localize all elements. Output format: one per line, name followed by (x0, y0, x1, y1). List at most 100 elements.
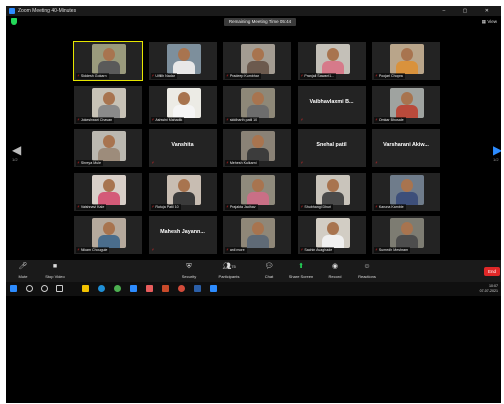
end-meeting-button[interactable]: End (484, 267, 500, 276)
participant-tile[interactable]: ⚡︎Omkar Bhosale (372, 85, 440, 124)
participant-tile[interactable]: ⚡︎Prajakta Jadhav (223, 172, 291, 211)
record-button[interactable]: ◉ Record (320, 262, 350, 279)
search-icon[interactable] (26, 285, 33, 292)
participant-nameplate: ⚡︎Omkar Bhosale (374, 116, 406, 123)
participant-name: Jokeshwari Chavan (80, 117, 113, 122)
reactions-button[interactable]: ☺ Reactions (352, 262, 382, 279)
cortana-icon[interactable] (41, 285, 48, 292)
participants-count: 75 (231, 264, 236, 269)
participant-tile[interactable]: Mahesh Jayann... ⚡︎ (148, 216, 217, 254)
window-controls[interactable]: – ▢ ✕ (443, 6, 497, 16)
edge-browser-icon[interactable] (98, 285, 105, 292)
participant-head (103, 91, 115, 105)
chrome-browser-icon[interactable] (114, 285, 121, 292)
muted-mic-icon: ⚡︎ (300, 203, 304, 209)
participant-video (166, 174, 201, 205)
participant-tile[interactable]: ⚡︎Siddesh Gokarn (73, 41, 143, 81)
participant-video (92, 87, 126, 118)
share-screen-button[interactable]: ⬆ Share Screen (286, 262, 316, 279)
file-explorer-icon[interactable] (82, 285, 89, 292)
participant-video (166, 87, 201, 118)
next-page-arrow-icon[interactable]: ▶ (493, 144, 501, 156)
app-icon-circle[interactable] (178, 285, 185, 292)
muted-mic-icon: ⚡︎ (226, 116, 229, 122)
participant-tile[interactable]: Snehal patil ⚡︎ (297, 129, 366, 167)
participant-name: Ashwini Mahadik (155, 117, 183, 122)
participant-tile[interactable]: ⚡︎Sumedh Meshram (372, 216, 440, 254)
app-icon-red[interactable] (146, 285, 153, 292)
title-bar: Zoom Meeting 40-Minutes – ▢ ✕ (6, 6, 501, 16)
participant-tile[interactable]: ⚡︎Pradeep Kumbhar (223, 42, 291, 80)
participant-nameplate: ⚡︎Ulfillh Nadar (150, 73, 177, 79)
participant-tile[interactable]: ⚡︎Rutuja Patil 10 (148, 172, 217, 211)
participant-tile[interactable]: ⚡︎Ulfillh Nadar (148, 42, 217, 80)
chat-button[interactable]: 💬︎ Chat (254, 262, 284, 279)
participant-tile[interactable]: Vaibhavlaxmi B... ⚡︎ (297, 85, 366, 124)
chat-bubble-icon: 💬︎ (264, 263, 274, 270)
participants-button[interactable]: 👥︎75 Participants (214, 262, 244, 279)
task-view-icon[interactable] (56, 285, 63, 292)
participant-nameplate: ⚡︎Rutuja Patil 10 (150, 203, 181, 210)
participant-tile[interactable]: Vanshita ⚡︎ (148, 129, 217, 167)
record-icon: ◉ (331, 263, 339, 270)
security-label: Security (181, 274, 197, 279)
participant-video (241, 44, 275, 74)
participant-name: Ulfillh Nadar (155, 74, 175, 78)
participant-tile[interactable]: ⚡︎siddharth patil 10 (223, 85, 291, 124)
participant-tile[interactable]: ⚡︎Mehesh Kulkarni (223, 129, 291, 167)
muted-mic-icon: ⚡︎ (375, 116, 378, 122)
participant-tile[interactable]: Varsharani Akiw... ⚡︎ (372, 129, 440, 167)
muted-mic-icon: ⚡︎ (151, 247, 155, 252)
participant-tile[interactable]: ⚡︎Jokeshwari Chavan (74, 85, 142, 124)
participant-head (252, 178, 264, 192)
zoom-active-window-icon[interactable] (210, 285, 217, 292)
security-button[interactable]: ⛨ Security (174, 262, 204, 279)
participant-head (252, 48, 264, 61)
participant-nameplate: ⚡︎siddharth patil 10 (225, 116, 260, 123)
video-camera-icon: ■ (52, 263, 58, 270)
participant-head (177, 91, 190, 105)
participant-name: Sachin Avaghade (304, 248, 333, 252)
muted-mic-icon: ⚡︎ (151, 160, 155, 165)
stop-video-label: Stop Video (45, 274, 65, 279)
app-icon-orange[interactable] (162, 285, 169, 292)
participant-tile[interactable]: ⚡︎Sachin Avaghade (297, 216, 366, 254)
muted-mic-icon: ⚡︎ (151, 73, 155, 78)
view-button[interactable]: ▦ View (482, 18, 497, 26)
participant-name: Pranjali Sawant1... (304, 74, 335, 78)
stop-video-button[interactable]: ■ Stop Video (40, 262, 70, 279)
windows-start-icon[interactable] (10, 285, 17, 292)
participant-tile[interactable]: ⚡︎anil more (223, 216, 291, 254)
app-icon-blue[interactable] (194, 285, 201, 292)
participant-tile[interactable]: ⚡︎Shreya Mule (74, 129, 142, 167)
muted-mic-icon: ⚡︎ (77, 203, 80, 209)
participant-tile[interactable]: ⚡︎Karuna Kamble (372, 172, 440, 211)
participant-name-large: Vanshita (171, 142, 194, 148)
participant-tile[interactable]: ⚡︎Ashwini Mahadik (148, 85, 217, 124)
participant-name: siddharth patil 10 (229, 117, 258, 122)
participant-video (92, 218, 126, 248)
participant-head (103, 178, 115, 192)
security-shield-icon[interactable] (11, 18, 17, 25)
zoom-app-icon[interactable] (130, 285, 137, 292)
participant-tile[interactable]: ⚡︎Vaishnavi Kale (74, 172, 142, 211)
participant-name-large: Snehal patil (316, 142, 347, 148)
participant-name: Prajakta Jadhav (229, 204, 256, 209)
reactions-label: Reactions (358, 274, 376, 279)
participant-video (390, 174, 424, 205)
next-page-indicator: 1/2 (493, 157, 499, 162)
participant-nameplate: ⚡︎Nikam Chougule (76, 247, 110, 253)
participant-tile[interactable]: ⚡︎Poojari Chopra (372, 42, 440, 80)
participant-name: Sumedh Meshram (378, 248, 409, 252)
participant-head (401, 91, 413, 105)
participant-tile[interactable]: ⚡︎Pranjali Sawant1... (297, 42, 366, 80)
mute-button[interactable]: 🎤︎ Mute (8, 262, 38, 279)
prev-page-arrow-icon[interactable]: ◀ (12, 144, 21, 156)
system-clock[interactable]: 10:07 07-07-2021 (480, 284, 498, 294)
participant-tile[interactable]: ⚡︎Nikam Chougule (74, 216, 142, 254)
muted-mic-icon: ⚡︎ (77, 247, 80, 252)
participant-nameplate: ⚡︎Pranjali Sawant1... (299, 73, 337, 79)
participant-tile[interactable]: ⚡︎Shubhangi Dhuri (297, 172, 366, 211)
window-title: Zoom Meeting 40-Minutes (18, 8, 77, 14)
participant-video (92, 131, 126, 161)
